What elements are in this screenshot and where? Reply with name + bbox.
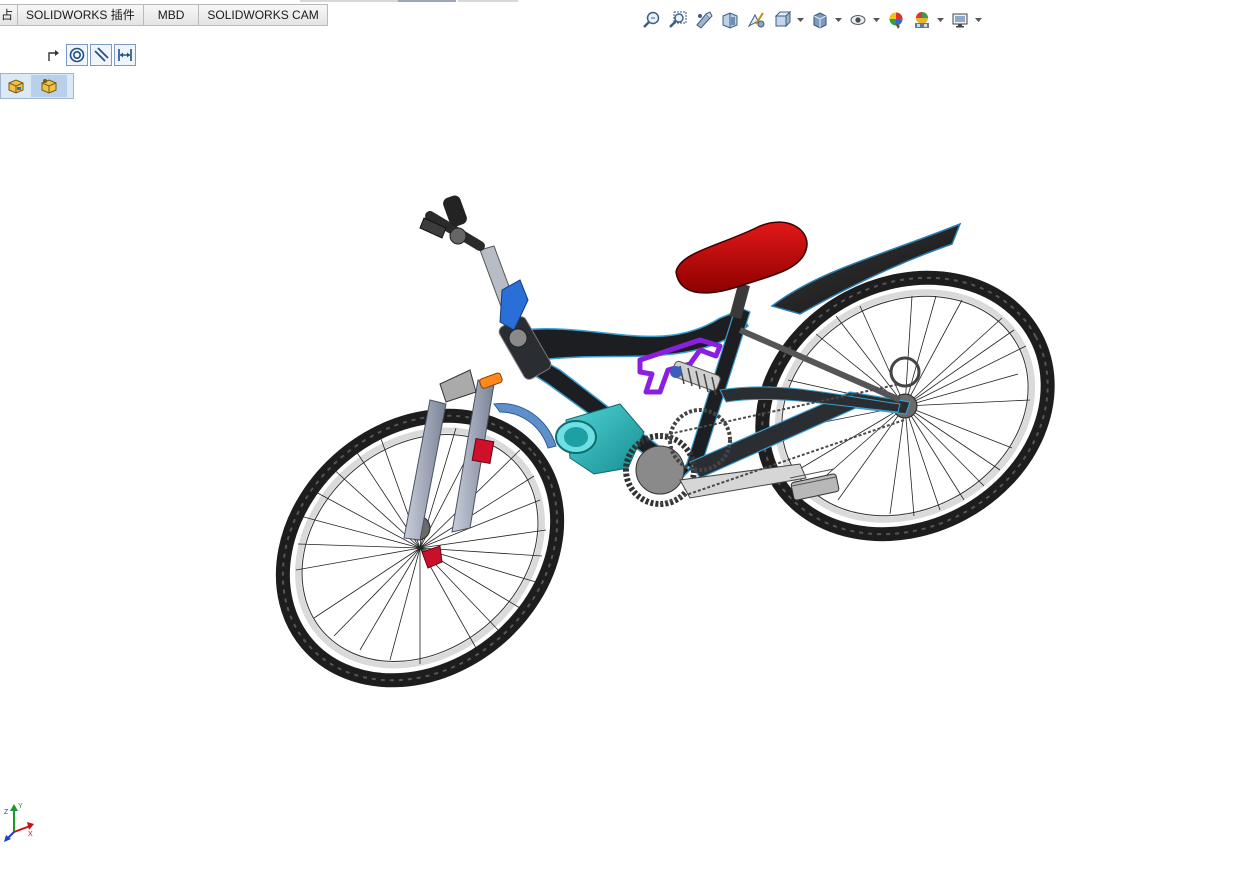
front-brake[interactable] [439, 369, 477, 403]
triad-x-label: X [28, 831, 33, 838]
triad-y-label: Y [18, 803, 23, 810]
graphics-area[interactable] [0, 0, 1236, 882]
handlebar[interactable] [419, 194, 529, 348]
triad-z-label: Z [4, 809, 9, 816]
rear-shock[interactable] [670, 360, 721, 396]
bottle-cage[interactable] [555, 403, 645, 475]
front-wheel[interactable] [229, 361, 610, 735]
saddle[interactable] [675, 221, 808, 294]
coordinate-triad: Z Y X [4, 803, 34, 842]
